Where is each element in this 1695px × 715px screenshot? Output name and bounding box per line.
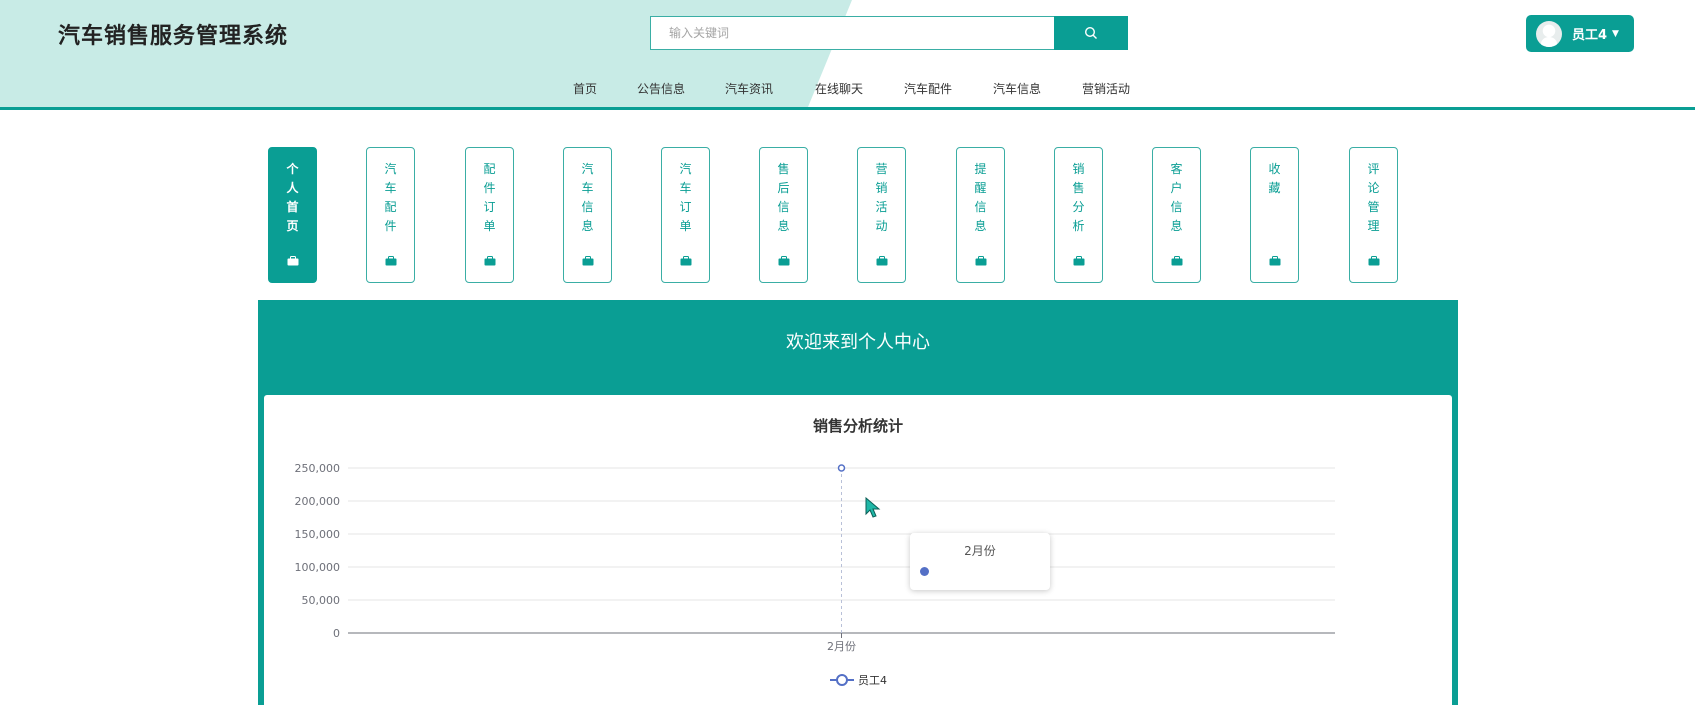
- avatar: [1536, 20, 1562, 47]
- briefcase-icon: [582, 256, 594, 266]
- briefcase-icon: [1073, 256, 1085, 266]
- briefcase-icon: [385, 256, 397, 266]
- nav-item-car-info[interactable]: 汽车信息: [993, 80, 1041, 97]
- side-menu-item-label: 销售分析: [1072, 162, 1085, 233]
- side-menu-item-customers[interactable]: 客户信息: [1152, 147, 1201, 283]
- briefcase-icon: [1368, 256, 1380, 266]
- side-menu-item-reminders[interactable]: 提醒信息: [956, 147, 1005, 283]
- briefcase-icon: [1171, 256, 1183, 266]
- side-menu-item-label: 汽车订单: [679, 162, 692, 233]
- top-header: 汽车销售服务管理系统 员工4 ▼ 首页 公告信息 汽车资讯 在线聊天 汽车配件 …: [0, 0, 1695, 110]
- chart-panel: [264, 395, 1452, 715]
- site-title: 汽车销售服务管理系统: [58, 24, 289, 49]
- side-menu-item-label: 汽车配件: [384, 162, 397, 233]
- side-menu-item-car-parts[interactable]: 汽车配件: [366, 147, 415, 283]
- side-menu-item-label: 配件订单: [483, 162, 496, 233]
- search-icon: [1084, 26, 1097, 39]
- welcome-title: 欢迎来到个人中心: [786, 332, 930, 353]
- side-menu-item-marketing[interactable]: 营销活动: [857, 147, 906, 283]
- nav-item-online-chat[interactable]: 在线聊天: [815, 80, 863, 97]
- side-menu-item-sales-analysis[interactable]: 销售分析: [1054, 147, 1103, 283]
- side-menu-item-label: 营销活动: [875, 162, 888, 233]
- side-menu-item-comments[interactable]: 评论管理: [1349, 147, 1398, 283]
- nav-item-home[interactable]: 首页: [573, 80, 597, 97]
- personal-center-menu: 个人首页 汽车配件 配件订单 汽车信息 汽车订单 售后信息 营销活动 提醒信息 销售分析 客户信息…: [0, 147, 1695, 283]
- side-menu-item-label: 评论管理: [1367, 162, 1380, 233]
- search-input[interactable]: [650, 16, 1054, 50]
- briefcase-icon: [778, 256, 790, 266]
- tooltip-series-marker: [920, 567, 929, 576]
- nav-item-car-parts[interactable]: 汽车配件: [904, 80, 952, 97]
- side-menu-item-label: 收藏: [1268, 162, 1281, 195]
- user-name: 员工4: [1572, 28, 1608, 43]
- side-menu-item-car-info[interactable]: 汽车信息: [563, 147, 612, 283]
- side-menu-item-label: 汽车信息: [581, 162, 594, 233]
- chart-title: 销售分析统计: [812, 417, 903, 435]
- side-menu-item-label: 客户信息: [1170, 162, 1183, 233]
- nav-item-notices[interactable]: 公告信息: [637, 80, 685, 97]
- side-menu-item-car-orders[interactable]: 汽车订单: [661, 147, 710, 283]
- nav-item-car-news[interactable]: 汽车资讯: [725, 80, 773, 97]
- side-menu-item-parts-orders[interactable]: 配件订单: [465, 147, 514, 283]
- side-menu-item-label: 售后信息: [777, 162, 790, 233]
- search-bar: [650, 16, 1128, 50]
- search-button[interactable]: [1054, 16, 1128, 50]
- side-menu-item-home[interactable]: 个人首页: [268, 147, 317, 283]
- side-menu-item-label: 个人首页: [286, 162, 299, 233]
- main-nav: 首页 公告信息 汽车资讯 在线聊天 汽车配件 汽车信息 营销活动: [0, 80, 1695, 100]
- side-menu-item-label: 提醒信息: [974, 162, 987, 233]
- side-menu-item-after-sales[interactable]: 售后信息: [759, 147, 808, 283]
- mouse-cursor-icon: [865, 497, 881, 518]
- side-menu-item-favorites[interactable]: 收藏: [1250, 147, 1299, 283]
- chart-tooltip: 2月份: [910, 533, 1050, 590]
- tooltip-title: 2月份: [964, 544, 996, 558]
- briefcase-icon: [876, 256, 888, 266]
- chevron-down-icon: ▼: [1612, 28, 1619, 39]
- user-menu-button[interactable]: 员工4 ▼: [1526, 15, 1634, 52]
- briefcase-icon: [287, 256, 299, 266]
- briefcase-icon: [975, 256, 987, 266]
- briefcase-icon: [1269, 256, 1281, 266]
- nav-item-marketing[interactable]: 营销活动: [1082, 80, 1130, 97]
- briefcase-icon: [680, 256, 692, 266]
- briefcase-icon: [484, 256, 496, 266]
